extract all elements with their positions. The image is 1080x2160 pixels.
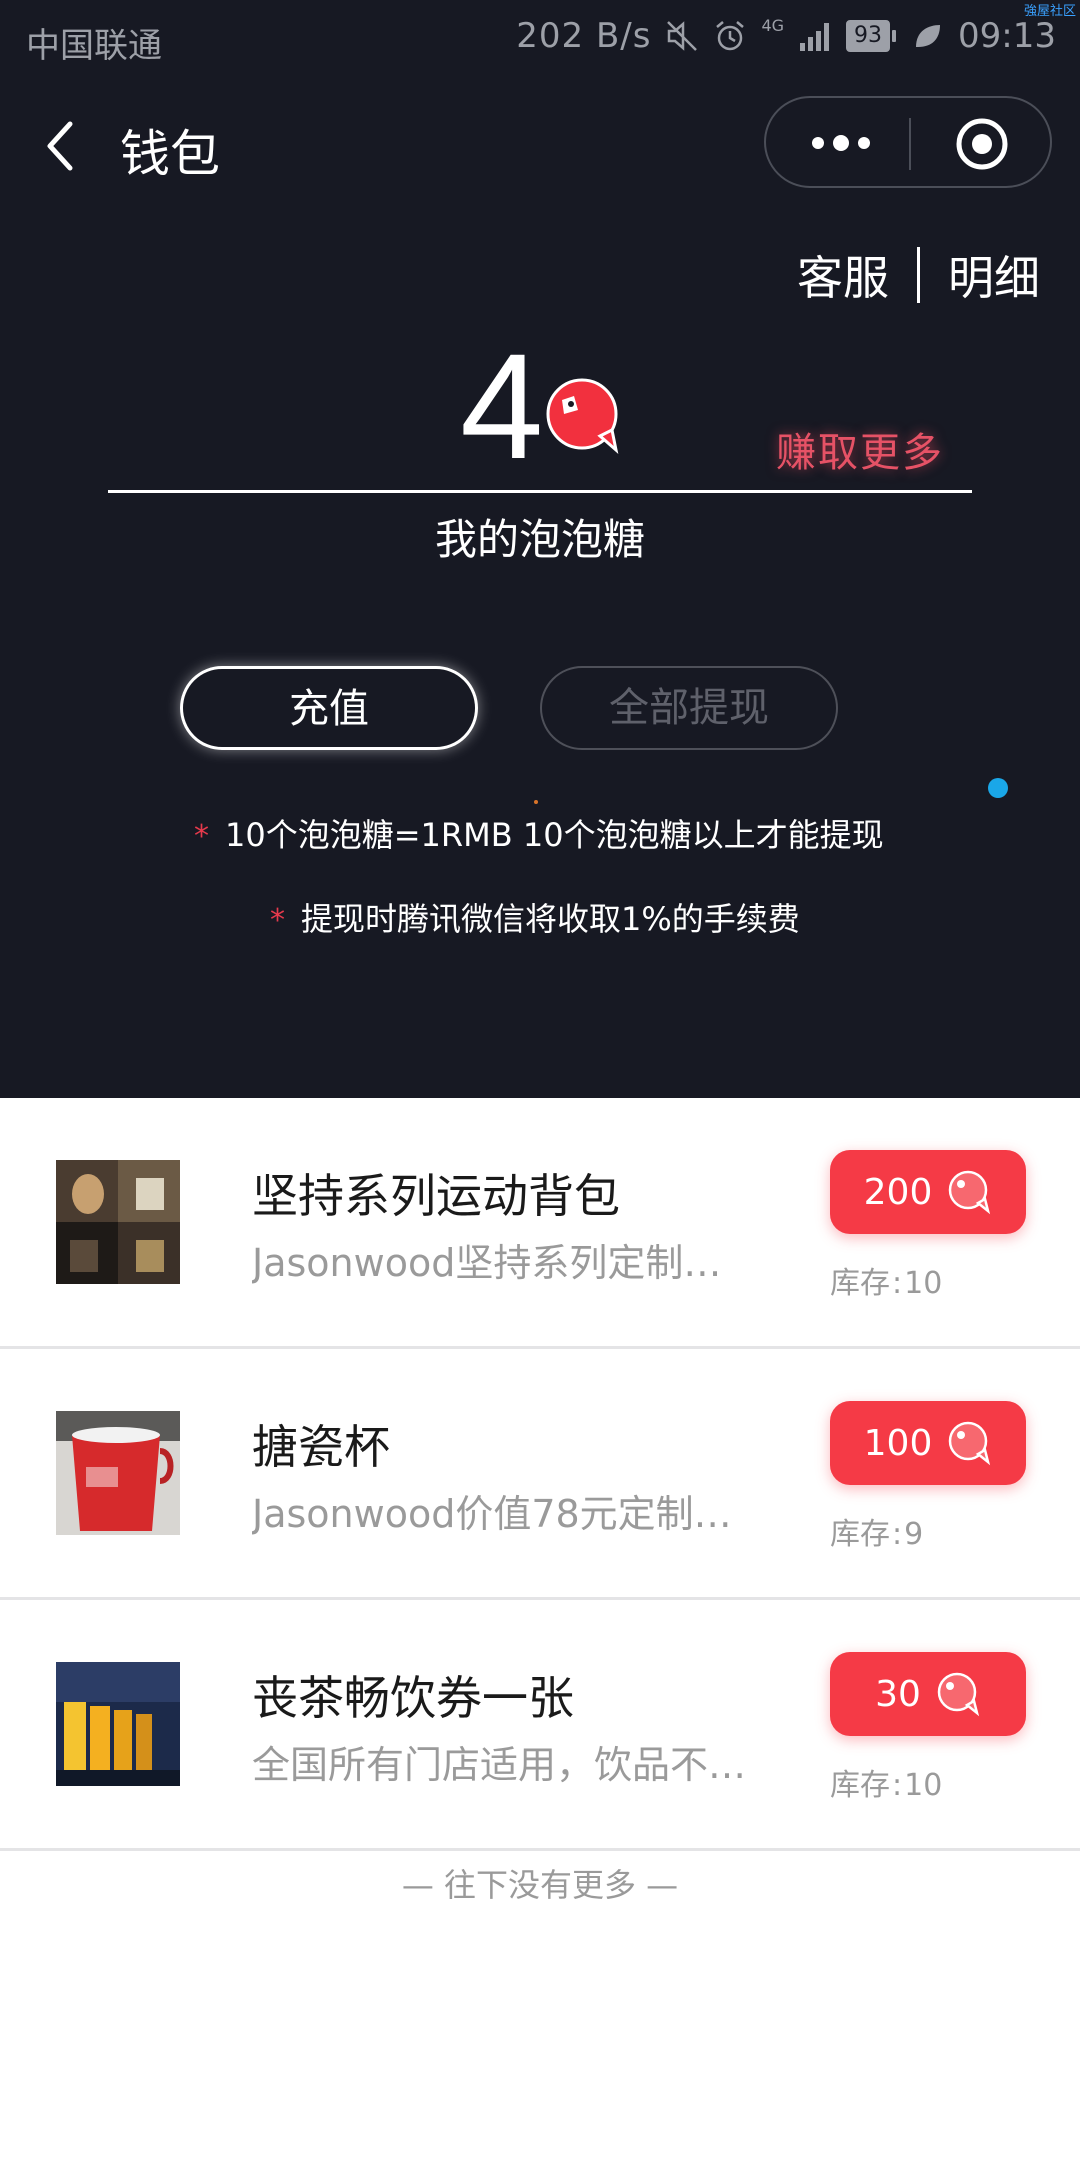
bubble-gum-icon <box>949 1421 991 1466</box>
product-description: Jasonwood价值78元定制… <box>252 1492 732 1536</box>
note-text: 10个泡泡糖=1RMB 10个泡泡糖以上才能提现 <box>225 816 884 854</box>
earn-more-link[interactable]: 赚取更多 <box>776 420 944 478</box>
product-image-backpack <box>56 1160 180 1284</box>
stock-info: 库存:10 <box>830 1266 943 1301</box>
bubble-gum-icon <box>949 1170 991 1215</box>
nav-bar: 钱包 <box>0 96 1080 196</box>
signal-icon <box>800 23 830 51</box>
header-links: 客服 明细 <box>797 242 1040 308</box>
note-text: 提现时腾讯微信将收取1%的手续费 <box>301 900 800 938</box>
mute-icon <box>667 21 698 51</box>
close-miniprogram-icon[interactable] <box>955 117 1009 171</box>
status-bar: 中国联通 202 B/s 4G 93 09:13 強屋社区 <box>0 0 1080 76</box>
note-marker: * <box>194 819 209 854</box>
list-end-text: — 往下没有更多 — <box>401 1866 679 1904</box>
product-title: 搪瓷杯 <box>252 1420 390 1474</box>
balance-amount: 4 <box>460 322 544 490</box>
stock-count: 9 <box>904 1517 924 1552</box>
network-speed: 202 B/s <box>516 16 652 56</box>
status-icons: 202 B/s 4G 93 09:13 <box>516 16 1056 56</box>
list-item[interactable]: 坚持系列运动背包 Jasonwood坚持系列定制… 200 库存:10 <box>0 1098 1080 1349</box>
stock-info: 库存:9 <box>830 1517 924 1552</box>
battery-level: 93 <box>846 20 891 52</box>
corner-watermark: 強屋社区 <box>1023 4 1076 19</box>
list-item[interactable]: 搪瓷杯 Jasonwood价值78元定制… 100 库存:9 <box>0 1349 1080 1600</box>
product-description: 全国所有门店适用，饮品不… <box>252 1743 747 1787</box>
stock-count: 10 <box>904 1266 943 1301</box>
page-title: 钱包 <box>120 125 220 183</box>
product-description: Jasonwood坚持系列定制… <box>252 1241 722 1285</box>
carrier-name: 中国联通 <box>26 26 162 66</box>
note-marker: * <box>270 903 285 938</box>
floating-dot <box>988 778 1008 798</box>
balance-underline <box>108 490 972 493</box>
stock-label: 库存 <box>830 1517 890 1552</box>
product-image-tea-voucher <box>56 1662 180 1786</box>
price-value: 30 <box>875 1673 921 1715</box>
stock-label: 库存 <box>830 1266 890 1301</box>
redeem-price-button[interactable]: 200 <box>830 1150 1026 1234</box>
price-value: 100 <box>863 1422 933 1464</box>
decorative-dot <box>534 800 538 804</box>
note-fee: * 提现时腾讯微信将收取1%的手续费 <box>270 894 800 940</box>
detail-link[interactable]: 明细 <box>948 242 1040 308</box>
recharge-button[interactable]: 充值 <box>180 666 478 750</box>
bubble-gum-icon <box>937 1672 980 1717</box>
product-list: 坚持系列运动背包 Jasonwood坚持系列定制… 200 库存:10 搪瓷杯 … <box>0 1098 1080 1851</box>
redeem-price-button[interactable]: 30 <box>830 1652 1026 1736</box>
product-image-mug <box>56 1411 180 1535</box>
leaf-icon <box>916 25 941 47</box>
clock: 09:13 <box>958 16 1056 56</box>
signal-label: 4G <box>761 16 785 35</box>
back-arrow-icon[interactable] <box>40 116 80 176</box>
stock-info: 库存:10 <box>830 1768 943 1803</box>
bubble-gum-icon <box>546 378 619 455</box>
more-dots-icon[interactable] <box>806 128 876 158</box>
price-value: 200 <box>863 1171 933 1213</box>
miniprogram-capsule <box>764 96 1052 188</box>
battery-indicator: 93 <box>846 20 897 52</box>
redeem-price-button[interactable]: 100 <box>830 1401 1026 1485</box>
product-title: 坚持系列运动背包 <box>252 1169 620 1223</box>
withdraw-all-button[interactable]: 全部提现 <box>540 666 838 750</box>
balance-label: 我的泡泡糖 <box>434 515 645 564</box>
customer-service-link[interactable]: 客服 <box>797 242 889 308</box>
alarm-icon <box>716 21 745 51</box>
stock-label: 库存 <box>830 1768 890 1803</box>
stock-count: 10 <box>904 1768 943 1803</box>
product-title: 丧茶畅饮券一张 <box>252 1671 574 1725</box>
list-item[interactable]: 丧茶畅饮券一张 全国所有门店适用，饮品不… 30 库存:10 <box>0 1600 1080 1851</box>
note-exchange-rate: * 10个泡泡糖=1RMB 10个泡泡糖以上才能提现 <box>194 810 884 856</box>
